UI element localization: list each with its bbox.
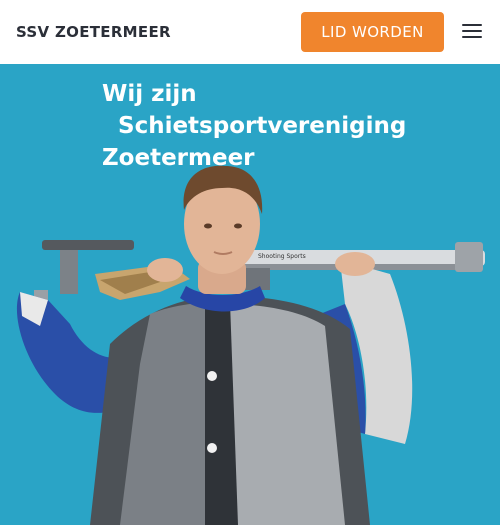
left-hand: [147, 258, 183, 282]
menu-bar: [462, 30, 482, 32]
menu-bar: [462, 36, 482, 38]
site-logo[interactable]: SSV ZOETERMEER: [16, 23, 171, 41]
hamburger-menu-icon[interactable]: [462, 22, 482, 40]
hero-title-line-1: Wij zijn: [102, 81, 197, 107]
hero-title-line-2: Schietsportvereniging: [118, 113, 407, 139]
rifle-label: Shooting Sports: [258, 253, 306, 260]
site-header: SSV ZOETERMEER LID WORDEN: [0, 0, 500, 64]
hero-title: Wij zijn Schietsportvereniging Zoetermee…: [102, 78, 422, 174]
right-hand: [335, 252, 375, 276]
hero-section: Shooting Sports Wij zijn Schietsportvere…: [0, 64, 500, 525]
join-button[interactable]: LID WORDEN: [301, 12, 444, 52]
menu-bar: [462, 24, 482, 26]
hero-title-line-3: Zoetermeer: [102, 145, 255, 171]
